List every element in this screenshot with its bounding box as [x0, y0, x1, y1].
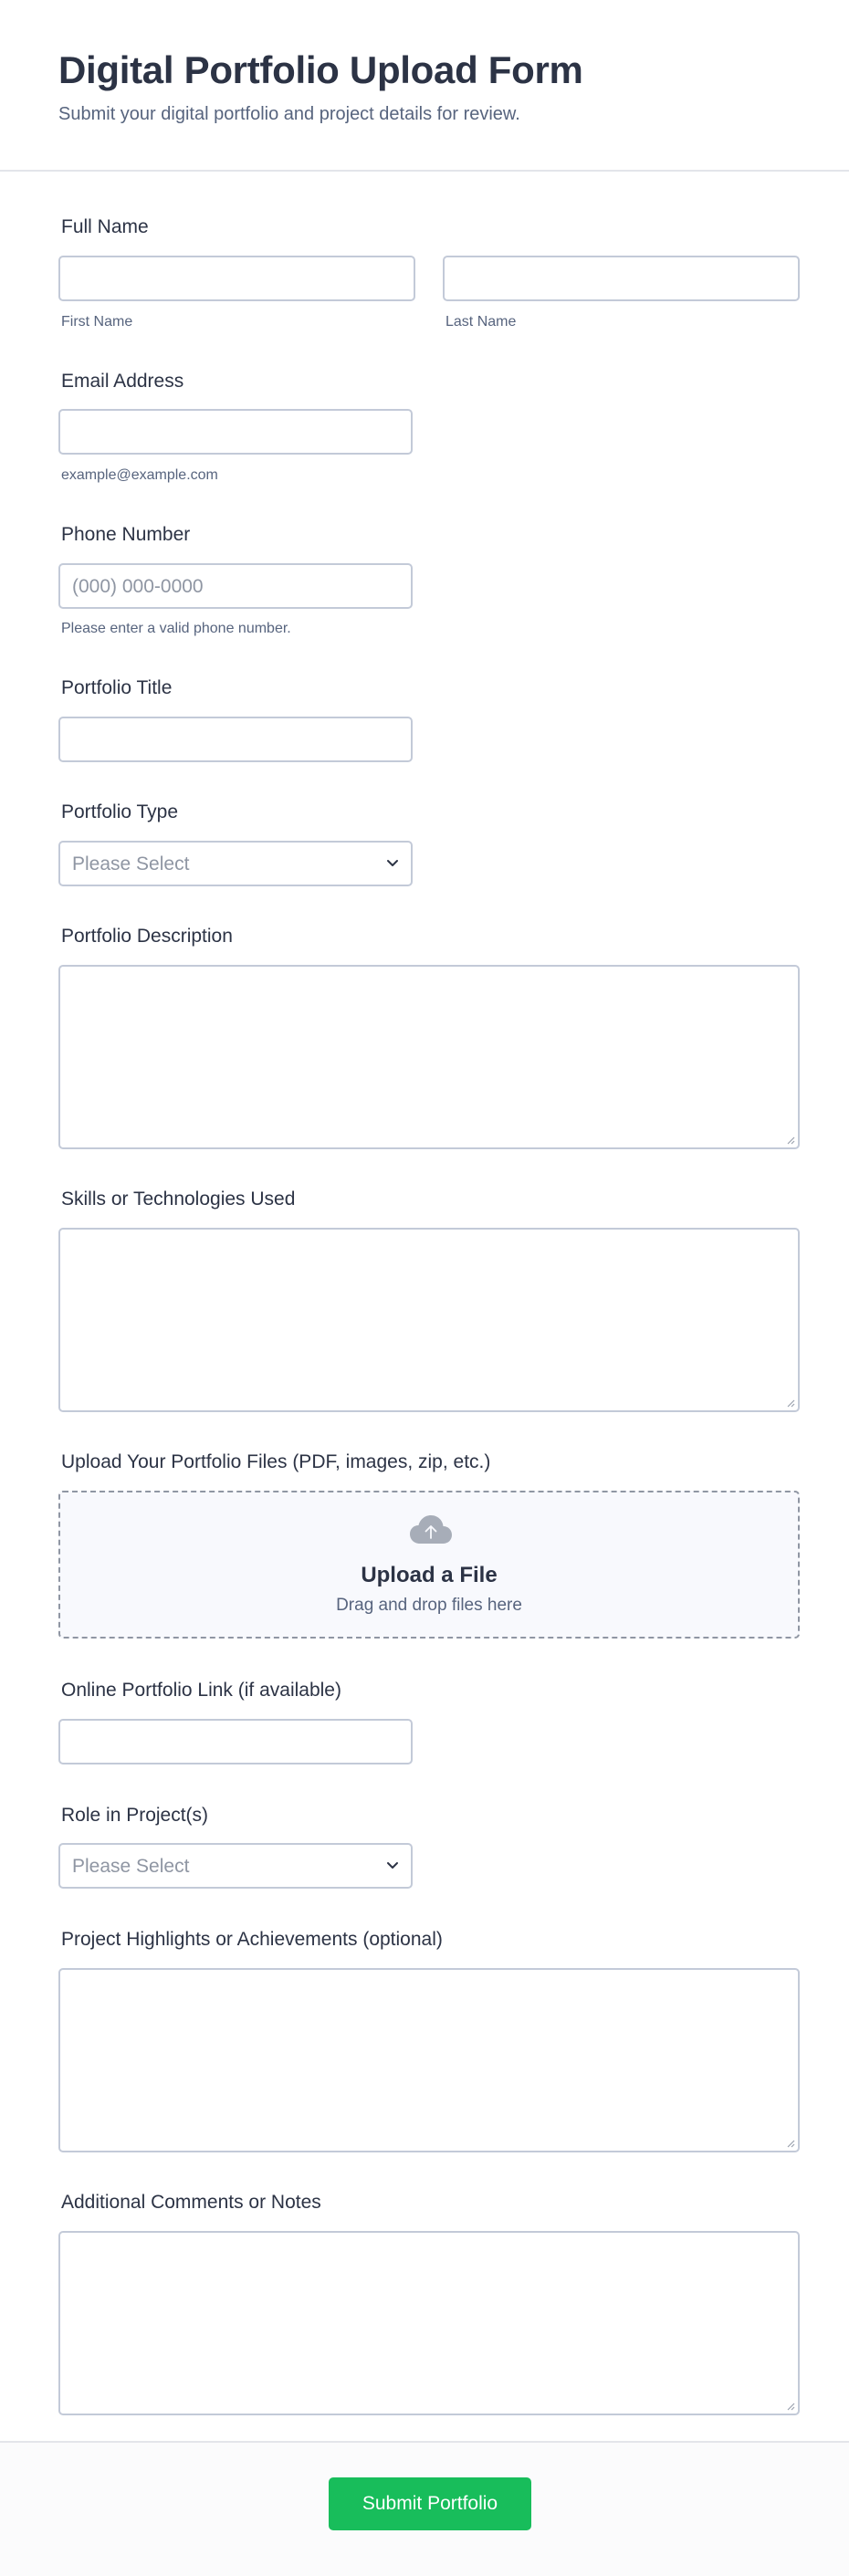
- form-title: Digital Portfolio Upload Form: [58, 48, 583, 91]
- phone-sublabel: Please enter a valid phone number.: [61, 621, 291, 636]
- portfolio-description-field: Portfolio Description: [58, 925, 800, 1153]
- resize-grip-icon[interactable]: [786, 2402, 795, 2411]
- email-input[interactable]: [58, 409, 413, 455]
- email-sublabel: example@example.com: [61, 467, 218, 483]
- email-field: Email Address example@example.com: [58, 370, 800, 497]
- portfolio-description-label: Portfolio Description: [61, 926, 233, 947]
- online-link-field: Online Portfolio Link (if available): [58, 1679, 800, 1770]
- portfolio-type-label: Portfolio Type: [61, 801, 179, 822]
- upload-hint: Drag and drop files here: [336, 1596, 522, 1615]
- portfolio-type-select[interactable]: Please Select: [58, 841, 413, 886]
- highlights-field: Project Highlights or Achievements (opti…: [58, 1928, 800, 2156]
- comments-textarea[interactable]: [58, 2231, 800, 2415]
- phone-label: Phone Number: [61, 524, 191, 545]
- phone-field: Phone Number (000) 000-0000 Please enter…: [58, 523, 800, 651]
- portfolio-description-textarea[interactable]: [58, 965, 800, 1149]
- phone-input[interactable]: (000) 000-0000: [58, 563, 413, 609]
- email-label: Email Address: [61, 371, 184, 392]
- upload-label: Upload Your Portfolio Files (PDF, images…: [61, 1451, 491, 1472]
- form-subtitle: Submit your digital portfolio and projec…: [58, 104, 520, 124]
- portfolio-type-field: Portfolio Type Please Select: [58, 801, 800, 892]
- skills-field: Skills or Technologies Used: [58, 1188, 800, 1416]
- first-name-sublabel: First Name: [61, 314, 133, 330]
- resize-grip-icon[interactable]: [786, 1136, 795, 1145]
- file-upload-dropzone[interactable]: Upload a File Drag and drop files here: [58, 1491, 800, 1639]
- role-field: Role in Project(s) Please Select: [58, 1804, 800, 1895]
- skills-textarea[interactable]: [58, 1228, 800, 1412]
- online-link-label: Online Portfolio Link (if available): [61, 1680, 341, 1701]
- role-selected: Please Select: [72, 1856, 190, 1877]
- last-name-sublabel: Last Name: [445, 314, 517, 330]
- first-name-input[interactable]: [58, 256, 415, 301]
- highlights-label: Project Highlights or Achievements (opti…: [61, 1929, 443, 1950]
- chevron-down-icon: [387, 860, 398, 866]
- chevron-down-icon: [387, 1862, 398, 1869]
- resize-grip-icon[interactable]: [786, 1398, 795, 1408]
- upload-field: Upload Your Portfolio Files (PDF, images…: [58, 1450, 800, 1478]
- cloud-upload-icon: [410, 1515, 452, 1544]
- role-select[interactable]: Please Select: [58, 1843, 413, 1889]
- portfolio-type-selected: Please Select: [72, 853, 190, 874]
- upload-title: Upload a File: [361, 1563, 498, 1587]
- online-link-input[interactable]: [58, 1719, 413, 1764]
- form-footer: Submit Portfolio: [0, 2441, 849, 2576]
- resize-grip-icon[interactable]: [786, 2139, 795, 2148]
- portfolio-title-label: Portfolio Title: [61, 677, 173, 698]
- skills-label: Skills or Technologies Used: [61, 1189, 296, 1209]
- comments-field: Additional Comments or Notes: [58, 2191, 800, 2419]
- highlights-textarea[interactable]: [58, 1968, 800, 2152]
- portfolio-title-field: Portfolio Title: [58, 676, 800, 768]
- portfolio-title-input[interactable]: [58, 717, 413, 762]
- submit-button[interactable]: Submit Portfolio: [329, 2477, 531, 2530]
- role-label: Role in Project(s): [61, 1805, 209, 1826]
- form-header: Digital Portfolio Upload Form Submit you…: [0, 0, 849, 172]
- last-name-input[interactable]: [443, 256, 800, 301]
- comments-label: Additional Comments or Notes: [61, 2192, 321, 2213]
- phone-placeholder: (000) 000-0000: [72, 576, 204, 597]
- full-name-field: Full Name First Name Last Name: [58, 215, 800, 343]
- full-name-label: Full Name: [61, 216, 149, 237]
